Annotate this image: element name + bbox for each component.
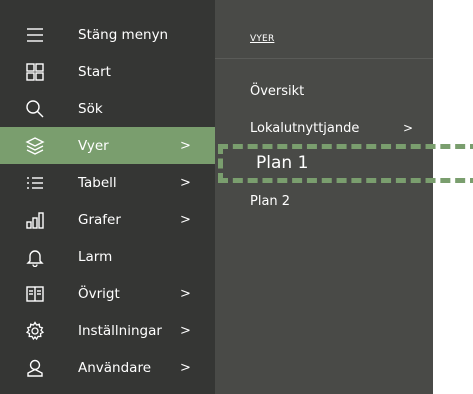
list-icon (24, 172, 46, 194)
chevron-right-icon: > (180, 360, 191, 375)
submenu-item-label: Lokalutnyttjande (250, 120, 360, 136)
submenu-item-label: Plan 2 (250, 193, 291, 209)
highlight-dashed-box (218, 144, 473, 183)
page-background (433, 0, 473, 394)
submenu-item-space-utilization[interactable]: Lokalutnyttjande > (215, 113, 433, 143)
side-navigation: Stäng menyn Start Sök Vyer > Tabell > Gr… (0, 0, 215, 394)
submenu-item-overview[interactable]: Översikt (215, 76, 433, 106)
menu-icon (24, 24, 46, 46)
submenu-header: VYER (250, 34, 275, 44)
bar-chart-icon (24, 209, 46, 231)
nav-item-charts[interactable]: Grafer > (0, 201, 215, 238)
nav-item-other[interactable]: Övrigt > (0, 275, 215, 312)
views-submenu: VYER Översikt Lokalutnyttjande > Plan 1 … (215, 0, 433, 394)
grid-icon (24, 61, 46, 83)
nav-item-search[interactable]: Sök (0, 90, 215, 127)
search-icon (24, 98, 46, 120)
chevron-right-icon: > (180, 286, 191, 301)
nav-item-start[interactable]: Start (0, 53, 215, 90)
nav-item-label: Tabell (78, 174, 117, 191)
bell-icon (24, 246, 46, 268)
nav-item-label: Stäng menyn (78, 26, 169, 43)
nav-item-views[interactable]: Vyer > (0, 127, 215, 164)
submenu-item-plan-2[interactable]: Plan 2 (215, 186, 433, 216)
submenu-divider (215, 58, 433, 59)
nav-item-close-menu[interactable]: Stäng menyn (0, 16, 215, 53)
gear-icon (24, 320, 46, 342)
nav-item-users[interactable]: Användare > (0, 349, 215, 386)
chevron-right-icon: > (180, 212, 191, 227)
chevron-right-icon: > (180, 323, 191, 338)
nav-item-label: Vyer (78, 137, 109, 154)
nav-item-label: Övrigt (78, 285, 120, 302)
nav-item-label: Användare (78, 359, 152, 376)
chevron-right-icon: > (403, 121, 414, 135)
nav-item-label: Sök (78, 100, 103, 117)
nav-item-label: Inställningar (78, 322, 162, 339)
book-icon (24, 283, 46, 305)
submenu-item-label: Översikt (250, 83, 305, 99)
nav-item-label: Grafer (78, 211, 121, 228)
layers-icon (24, 135, 46, 157)
user-icon (24, 357, 46, 379)
nav-item-label: Larm (78, 248, 113, 265)
nav-item-alarms[interactable]: Larm (0, 238, 215, 275)
chevron-right-icon: > (180, 175, 191, 190)
nav-item-settings[interactable]: Inställningar > (0, 312, 215, 349)
nav-item-table[interactable]: Tabell > (0, 164, 215, 201)
chevron-right-icon: > (180, 138, 191, 153)
nav-item-label: Start (78, 63, 111, 80)
